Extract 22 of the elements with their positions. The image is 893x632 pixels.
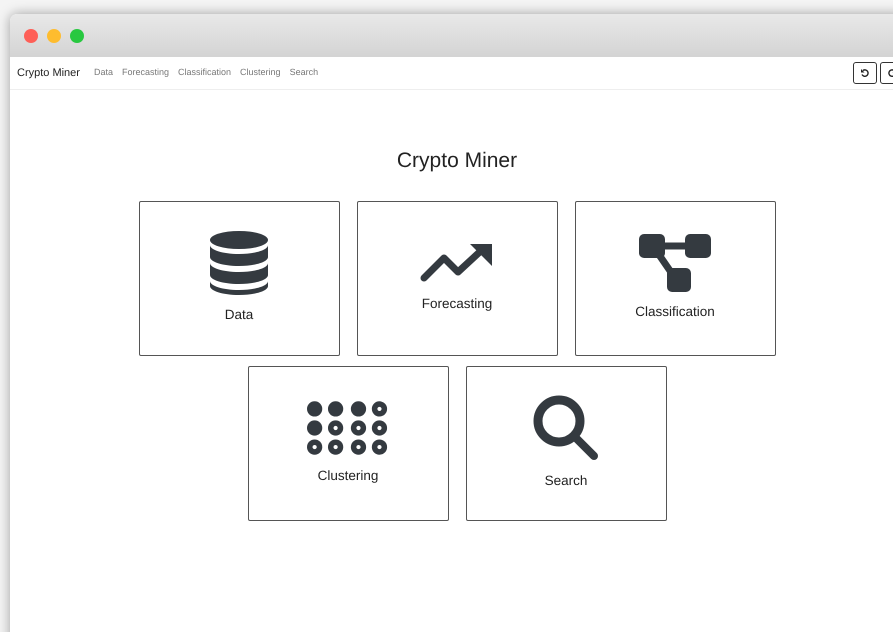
menu-tile[interactable]: Classification xyxy=(574,200,776,356)
trend-arrow-icon xyxy=(420,242,494,284)
nav-link[interactable]: Search xyxy=(290,66,318,80)
menu-tile[interactable]: Search xyxy=(466,366,666,520)
minimize-button[interactable] xyxy=(47,28,61,42)
nav-link[interactable]: Forecasting xyxy=(122,66,170,80)
nav-link[interactable]: Classification xyxy=(178,66,232,80)
nav-link[interactable]: Clustering xyxy=(240,66,281,80)
undo-icon xyxy=(860,68,870,78)
nav-link[interactable]: Data xyxy=(94,66,113,80)
database-icon xyxy=(210,230,268,295)
cluster-dots-icon xyxy=(307,400,389,456)
close-button[interactable] xyxy=(24,28,38,42)
page-title: Crypto Miner xyxy=(396,148,518,174)
menu-tile[interactable]: Forecasting xyxy=(356,200,558,356)
search-icon xyxy=(533,394,599,461)
undo-button[interactable] xyxy=(853,62,877,84)
menu-tile[interactable]: Data xyxy=(138,200,340,356)
maximize-button[interactable] xyxy=(70,28,84,42)
brand-title[interactable]: Crypto Miner xyxy=(17,64,80,82)
menu-tile[interactable]: Clustering xyxy=(248,366,448,520)
node-tree-icon xyxy=(639,234,711,292)
